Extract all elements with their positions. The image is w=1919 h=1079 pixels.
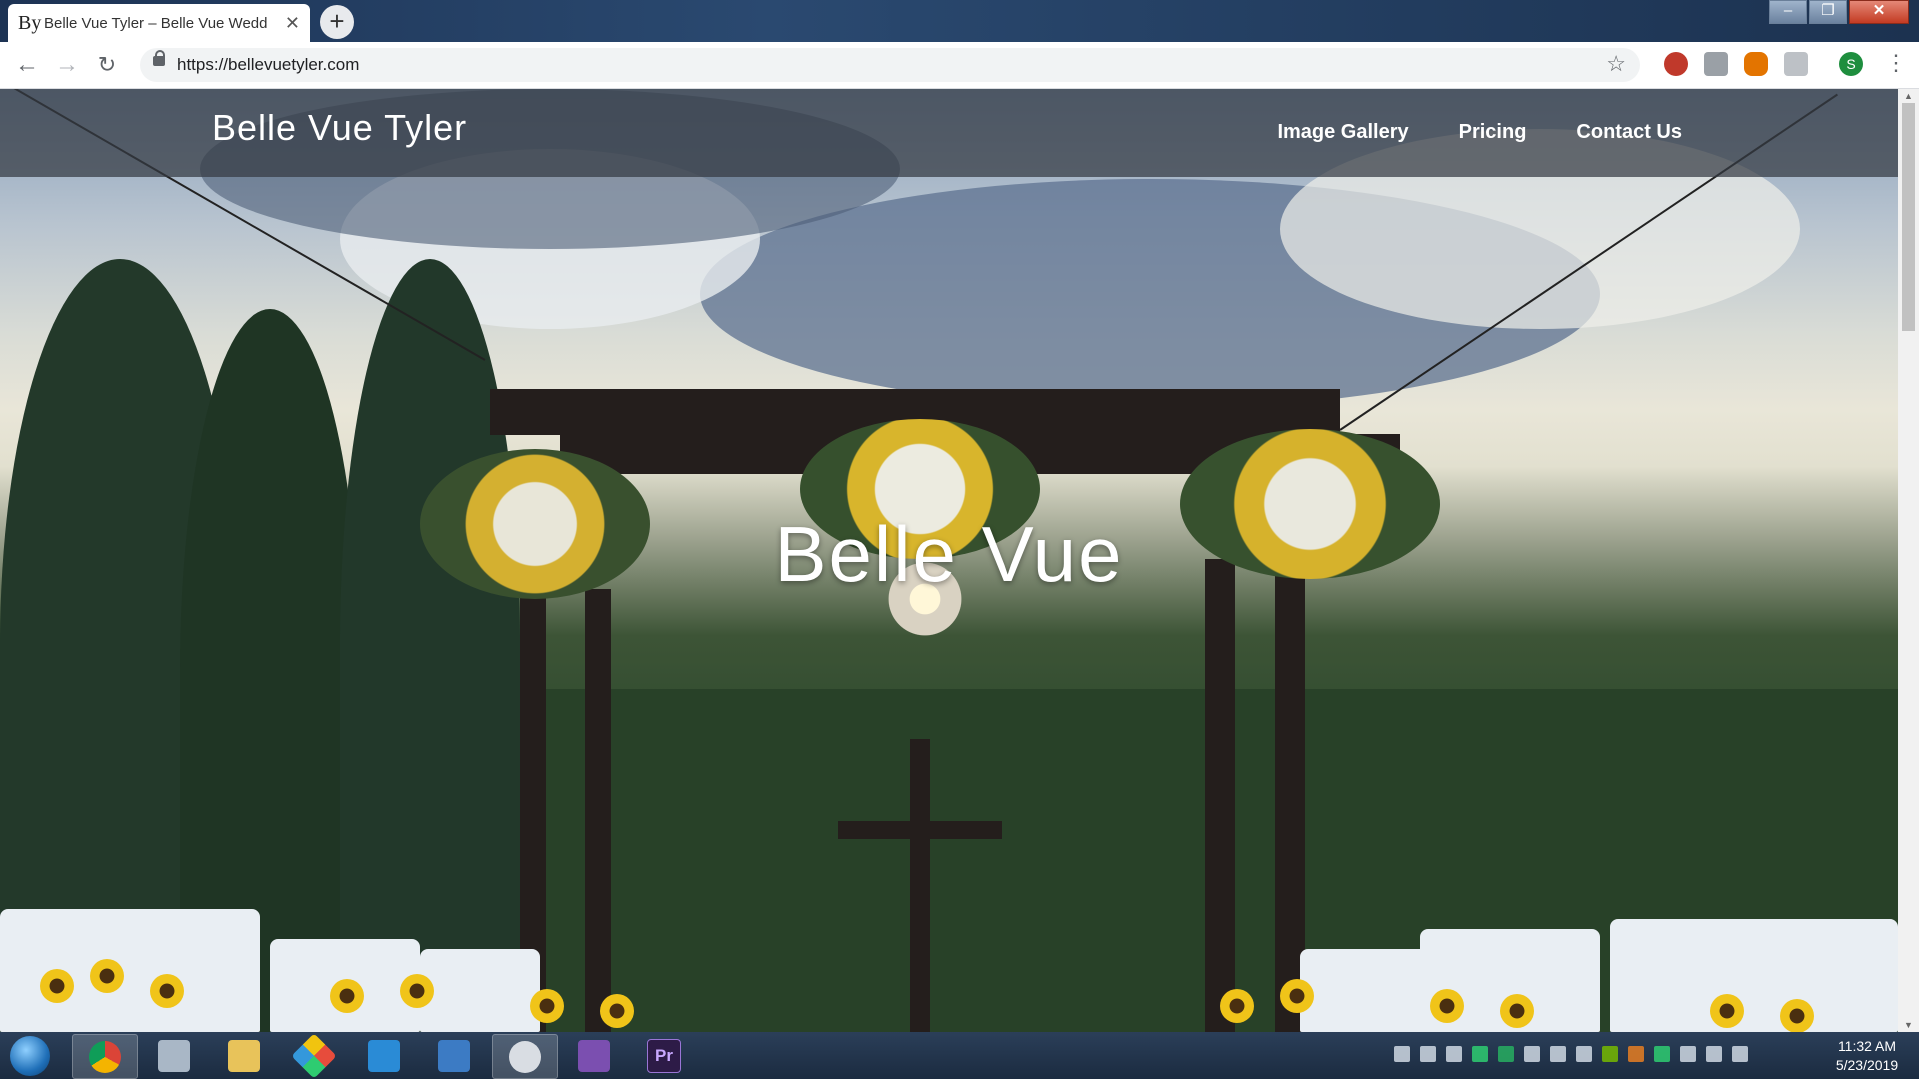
- clock-date: 5/23/2019: [1835, 1057, 1899, 1073]
- site-title[interactable]: Belle Vue Tyler: [212, 107, 467, 149]
- taskbar-snipping-tool[interactable]: [492, 1034, 558, 1079]
- vscode-icon: [368, 1039, 400, 1072]
- visual-studio-icon: [578, 1039, 610, 1072]
- scroll-up-icon[interactable]: ▲: [1898, 89, 1919, 103]
- chrome-icon: [89, 1040, 121, 1073]
- minimize-button[interactable]: –: [1769, 0, 1807, 24]
- cloud-sync-icon[interactable]: [1394, 1046, 1410, 1062]
- menu-icon[interactable]: ⋮: [1885, 48, 1907, 78]
- taskbar-git[interactable]: [282, 1032, 346, 1079]
- taskbar-premiere[interactable]: Pr: [632, 1034, 696, 1077]
- tab-title: Belle Vue Tyler – Belle Vue Wedd: [44, 14, 268, 32]
- powershell-icon: [438, 1039, 470, 1072]
- tray-app-icon[interactable]: [1472, 1046, 1488, 1062]
- profile-avatar[interactable]: S: [1839, 52, 1863, 76]
- taskbar-calculator[interactable]: [142, 1034, 206, 1077]
- premiere-icon: Pr: [647, 1038, 681, 1073]
- lock-icon: [153, 50, 165, 66]
- tab-close-icon[interactable]: ✕: [285, 13, 300, 34]
- taskbar-chrome[interactable]: [72, 1034, 138, 1079]
- extension-edit-icon[interactable]: [1704, 52, 1728, 76]
- taskbar-vscode[interactable]: [352, 1034, 416, 1077]
- forward-icon[interactable]: →: [52, 50, 82, 80]
- snipping-tool-icon: [509, 1040, 541, 1073]
- windows-taskbar: Pr 11:32 AM 5/23/2019: [0, 1032, 1919, 1079]
- tray-app-icon[interactable]: [1550, 1046, 1566, 1062]
- close-window-button[interactable]: ✕: [1849, 0, 1909, 24]
- browser-tab[interactable]: By Belle Vue Tyler – Belle Vue Wedd ✕: [8, 4, 310, 42]
- tray-app-icon[interactable]: [1628, 1046, 1644, 1062]
- reload-icon[interactable]: ↻: [92, 50, 122, 80]
- extension-record-icon[interactable]: [1664, 52, 1688, 76]
- tray-app-icon[interactable]: [1446, 1046, 1462, 1062]
- taskbar-file-explorer[interactable]: [212, 1034, 276, 1077]
- volume-icon[interactable]: [1706, 1046, 1722, 1062]
- back-icon[interactable]: ←: [12, 50, 42, 80]
- taskbar-visual-studio[interactable]: [562, 1034, 626, 1077]
- nav-image-gallery[interactable]: Image Gallery: [1277, 121, 1408, 144]
- nav-contact-us[interactable]: Contact Us: [1576, 121, 1682, 144]
- system-tray: [1394, 1046, 1748, 1062]
- site-favicon-icon: By: [18, 11, 42, 34]
- site-header: Belle Vue Tyler Image Gallery Pricing Co…: [0, 89, 1898, 177]
- nav-pricing[interactable]: Pricing: [1459, 121, 1527, 144]
- scroll-down-icon[interactable]: ▼: [1898, 1018, 1919, 1032]
- power-icon[interactable]: [1680, 1046, 1696, 1062]
- extension-briefcase-icon[interactable]: [1784, 52, 1808, 76]
- clock-time: 11:32 AM: [1837, 1038, 1897, 1054]
- taskbar-powershell[interactable]: [422, 1034, 486, 1077]
- calculator-icon: [158, 1039, 190, 1072]
- start-button[interactable]: [10, 1036, 50, 1076]
- tray-app-icon[interactable]: [1654, 1046, 1670, 1062]
- tray-app-icon[interactable]: [1420, 1046, 1436, 1062]
- browser-toolbar: ← → ↻ https://bellevuetyler.com ☆ S ⋮: [0, 42, 1919, 89]
- browser-title-bar: By Belle Vue Tyler – Belle Vue Wedd ✕ + …: [0, 0, 1919, 42]
- nvidia-icon[interactable]: [1602, 1046, 1618, 1062]
- window-controls: – ❐ ✕: [1767, 0, 1909, 24]
- tray-app-icon[interactable]: [1498, 1046, 1514, 1062]
- tray-app-icon[interactable]: [1576, 1046, 1592, 1062]
- page-scrollbar[interactable]: ▲ ▼: [1898, 89, 1919, 1032]
- url-text[interactable]: https://bellevuetyler.com: [177, 55, 359, 75]
- new-tab-button[interactable]: +: [320, 5, 354, 39]
- hero-title: Belle Vue: [774, 510, 1124, 598]
- tray-app-icon[interactable]: [1524, 1046, 1540, 1062]
- site-nav: Image Gallery Pricing Contact Us: [1277, 121, 1682, 144]
- extension-honey-icon[interactable]: [1744, 52, 1768, 76]
- maximize-button[interactable]: ❐: [1809, 0, 1847, 24]
- taskbar-clock[interactable]: 11:32 AM 5/23/2019: [1822, 1037, 1912, 1075]
- bookmark-star-icon[interactable]: ☆: [1606, 51, 1626, 77]
- scroll-thumb[interactable]: [1902, 103, 1915, 331]
- network-icon[interactable]: [1732, 1046, 1748, 1062]
- folder-icon: [228, 1039, 260, 1072]
- page-viewport: Belle Vue Tyler Image Gallery Pricing Co…: [0, 89, 1898, 1032]
- address-bar[interactable]: https://bellevuetyler.com ☆: [140, 48, 1640, 82]
- git-icon: [291, 1032, 337, 1079]
